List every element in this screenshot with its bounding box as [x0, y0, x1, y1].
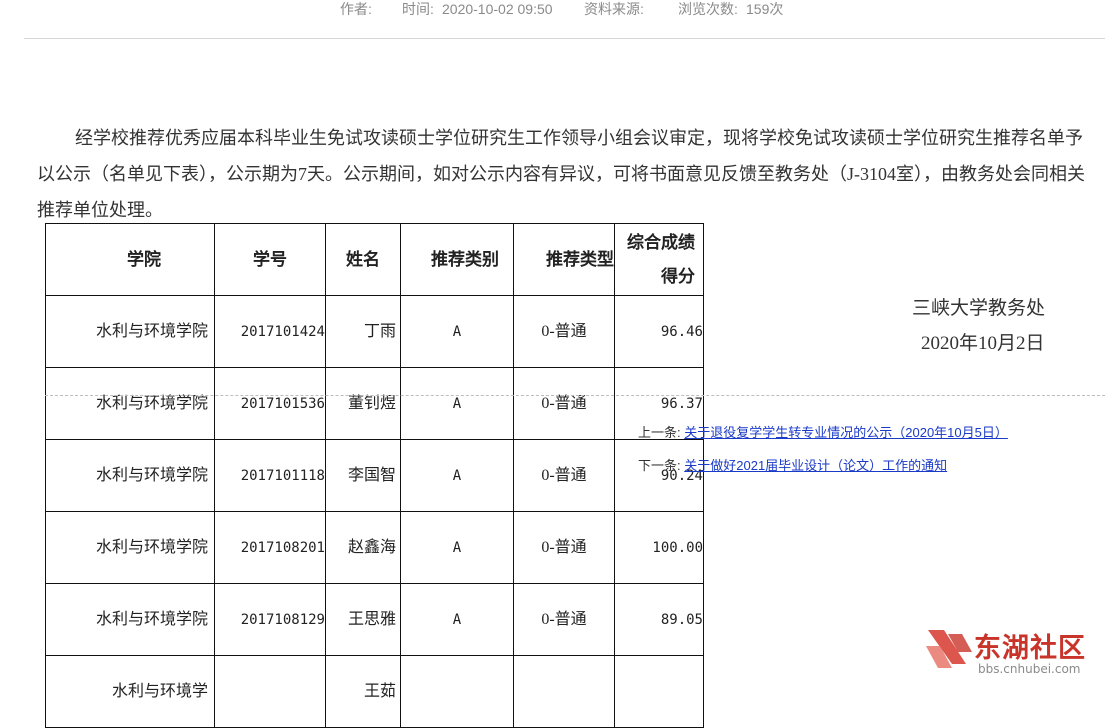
cell-student-id: 2017101536	[214, 367, 326, 440]
cell-category: A	[400, 511, 514, 584]
recommendation-table: 学院 学号 姓名 推荐类别 推荐类型 综合成绩得分 水利与环境学院 201710…	[45, 223, 704, 728]
cell-score: 90.24	[614, 439, 704, 512]
cell-college: 水利与环境学院	[45, 511, 215, 584]
cell-score: 100.00	[614, 511, 704, 584]
author-label: 作者:	[340, 1, 372, 17]
section-divider	[45, 395, 1105, 396]
prev-label: 上一条:	[638, 425, 681, 440]
table-row: 水利与环境学院 2017108201 赵鑫海 A 0-普通 100.00	[45, 511, 704, 584]
cell-type	[513, 655, 615, 728]
header-name: 姓名	[325, 223, 401, 296]
cell-student-id: 2017108129	[214, 583, 326, 656]
meta-divider	[24, 38, 1105, 39]
cell-type: 0-普通	[513, 511, 615, 584]
table-header-row: 学院 学号 姓名 推荐类别 推荐类型 综合成绩得分	[45, 223, 704, 296]
cell-category	[400, 655, 514, 728]
cell-student-id: 2017101424	[214, 295, 326, 368]
cell-student-id	[214, 655, 326, 728]
header-category: 推荐类别	[400, 223, 514, 296]
watermark-logo-icon	[926, 630, 972, 668]
prev-article-link[interactable]: 关于退役复学学生转专业情况的公示（2020年10月5日）	[684, 425, 1008, 440]
cell-name: 赵鑫海	[325, 511, 401, 584]
cell-score	[614, 655, 704, 728]
next-label: 下一条:	[638, 458, 681, 473]
header-college: 学院	[45, 223, 215, 296]
table-row: 水利与环境学院 2017101118 李国智 A 0-普通 90.24	[45, 439, 704, 512]
table-row: 水利与环境学院 2017101424 丁雨 A 0-普通 96.46	[45, 295, 704, 368]
views-value: 159次	[746, 1, 784, 17]
cell-category: A	[400, 583, 514, 656]
cell-college: 水利与环境学院	[45, 295, 215, 368]
table-row: 水利与环境学 王茹	[45, 655, 704, 728]
next-article: 下一条: 关于做好2021届毕业设计（论文）工作的通知	[638, 455, 947, 474]
views-label: 浏览次数:	[678, 1, 738, 17]
cell-type: 0-普通	[513, 367, 615, 440]
cell-type: 0-普通	[513, 439, 615, 512]
cell-name: 王茹	[325, 655, 401, 728]
table-row: 水利与环境学院 2017108129 王思雅 A 0-普通 89.05	[45, 583, 704, 656]
source-label: 资料来源:	[584, 1, 644, 17]
cell-type: 0-普通	[513, 295, 615, 368]
header-type: 推荐类型	[513, 223, 615, 296]
cell-student-id: 2017101118	[214, 439, 326, 512]
table-row: 水利与环境学院 2017101536 董钊煜 A 0-普通 96.37	[45, 367, 704, 440]
cell-name: 王思雅	[325, 583, 401, 656]
article-meta: 作者: 时间: 2020-10-02 09:50 资料来源: 浏览次数: 159…	[0, 0, 1105, 20]
watermark-url: bbs.cnhubei.com	[978, 662, 1081, 676]
site-watermark: 东湖社区 bbs.cnhubei.com	[922, 624, 1105, 680]
cell-name: 李国智	[325, 439, 401, 512]
article-paragraph: 经学校推荐优秀应届本科毕业生免试攻读硕士学位研究生工作领导小组会议审定，现将学校…	[37, 128, 1085, 220]
header-student-id: 学号	[214, 223, 326, 296]
header-score: 综合成绩得分	[614, 223, 704, 296]
cell-student-id: 2017108201	[214, 511, 326, 584]
cell-college: 水利与环境学院	[45, 583, 215, 656]
cell-college: 水利与环境学	[45, 655, 215, 728]
cell-score: 96.46	[614, 295, 704, 368]
cell-college: 水利与环境学院	[45, 367, 215, 440]
cell-name: 董钊煜	[325, 367, 401, 440]
time-label: 时间:	[402, 1, 434, 17]
signature-org: 三峡大学教务处	[912, 298, 1046, 319]
cell-score: 89.05	[614, 583, 704, 656]
cell-category: A	[400, 295, 514, 368]
cell-category: A	[400, 439, 514, 512]
signature-date: 2020年10月2日	[921, 333, 1045, 354]
watermark-name: 东湖社区	[974, 633, 1086, 664]
next-article-link[interactable]: 关于做好2021届毕业设计（论文）工作的通知	[684, 458, 947, 473]
cell-category: A	[400, 367, 514, 440]
prev-article: 上一条: 关于退役复学学生转专业情况的公示（2020年10月5日）	[638, 422, 1008, 441]
cell-college: 水利与环境学院	[45, 439, 215, 512]
cell-name: 丁雨	[325, 295, 401, 368]
cell-type: 0-普通	[513, 583, 615, 656]
time-value: 2020-10-02 09:50	[442, 1, 553, 17]
